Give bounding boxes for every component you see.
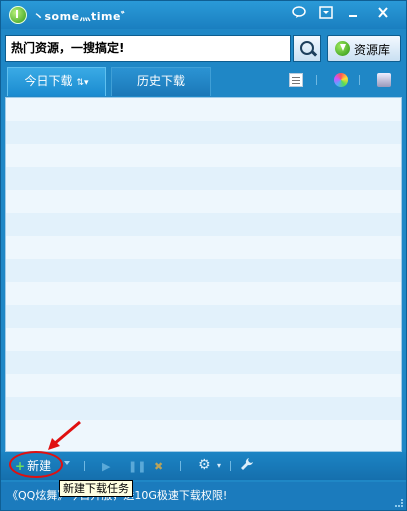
recycle-bin-icon[interactable] — [377, 73, 391, 87]
list-row[interactable] — [6, 305, 401, 328]
list-row[interactable] — [6, 397, 401, 420]
tab-history-label: 历史下载 — [136, 74, 185, 88]
search-input[interactable]: 热门资源，一搜搞定! — [5, 35, 291, 62]
annotation-arrow — [48, 420, 81, 450]
list-row[interactable] — [6, 374, 401, 397]
download-list[interactable] — [5, 97, 402, 452]
close-icon[interactable] — [374, 6, 392, 21]
list-row[interactable] — [6, 190, 401, 213]
settings-gear-icon[interactable]: ⚙ — [198, 457, 211, 473]
divider — [359, 75, 360, 85]
skin-icon[interactable] — [317, 6, 335, 21]
search-button[interactable] — [293, 35, 321, 62]
title-bar[interactable]: 丶some灬time゛ — [1, 1, 406, 29]
resize-grip[interactable] — [395, 499, 403, 507]
search-bar: 热门资源，一搜搞定! 资源库 — [5, 35, 401, 62]
resource-library-button[interactable]: 资源库 — [327, 35, 401, 62]
tab-history-downloads[interactable]: 历史下载 — [111, 67, 211, 96]
resource-library-label: 资源库 — [354, 43, 391, 57]
tab-today-label: 今日下载 — [24, 74, 73, 88]
list-row[interactable] — [6, 121, 401, 144]
window-title: 丶some灬time゛ — [33, 10, 133, 23]
message-icon[interactable] — [290, 6, 308, 21]
divider — [316, 75, 317, 85]
list-row[interactable] — [6, 144, 401, 167]
list-view-icon[interactable] — [289, 73, 303, 87]
wrench-icon[interactable] — [240, 457, 254, 474]
new-task-dropdown-icon[interactable] — [64, 461, 70, 465]
download-icon — [335, 41, 350, 56]
list-row[interactable] — [6, 98, 401, 121]
thunder-window: 丶some灬time゛ 热门资源，一搜搞定! 资源库 今日下载⇅▾ 历史下载 — [0, 0, 407, 511]
list-row[interactable] — [6, 282, 401, 305]
tab-today-downloads[interactable]: 今日下载 ⇅▾ — [7, 67, 106, 96]
annotation-circle — [9, 451, 63, 478]
start-icon[interactable]: ▶ — [102, 460, 110, 473]
list-row[interactable] — [6, 351, 401, 374]
list-row[interactable] — [6, 259, 401, 282]
new-task-tooltip: 新建下载任务 — [59, 480, 133, 497]
list-row[interactable] — [6, 328, 401, 351]
sort-icon[interactable]: ⇅▾ — [76, 78, 88, 88]
pause-icon[interactable]: ❚❚ — [128, 460, 146, 473]
app-logo-icon — [9, 6, 27, 24]
minimize-icon[interactable] — [344, 6, 362, 21]
delete-icon[interactable]: ✖ — [154, 460, 163, 473]
list-row[interactable] — [6, 213, 401, 236]
color-skin-icon[interactable] — [334, 73, 348, 87]
settings-dropdown-icon[interactable]: ▾ — [217, 461, 221, 470]
list-row[interactable] — [6, 236, 401, 259]
list-row[interactable] — [6, 167, 401, 190]
